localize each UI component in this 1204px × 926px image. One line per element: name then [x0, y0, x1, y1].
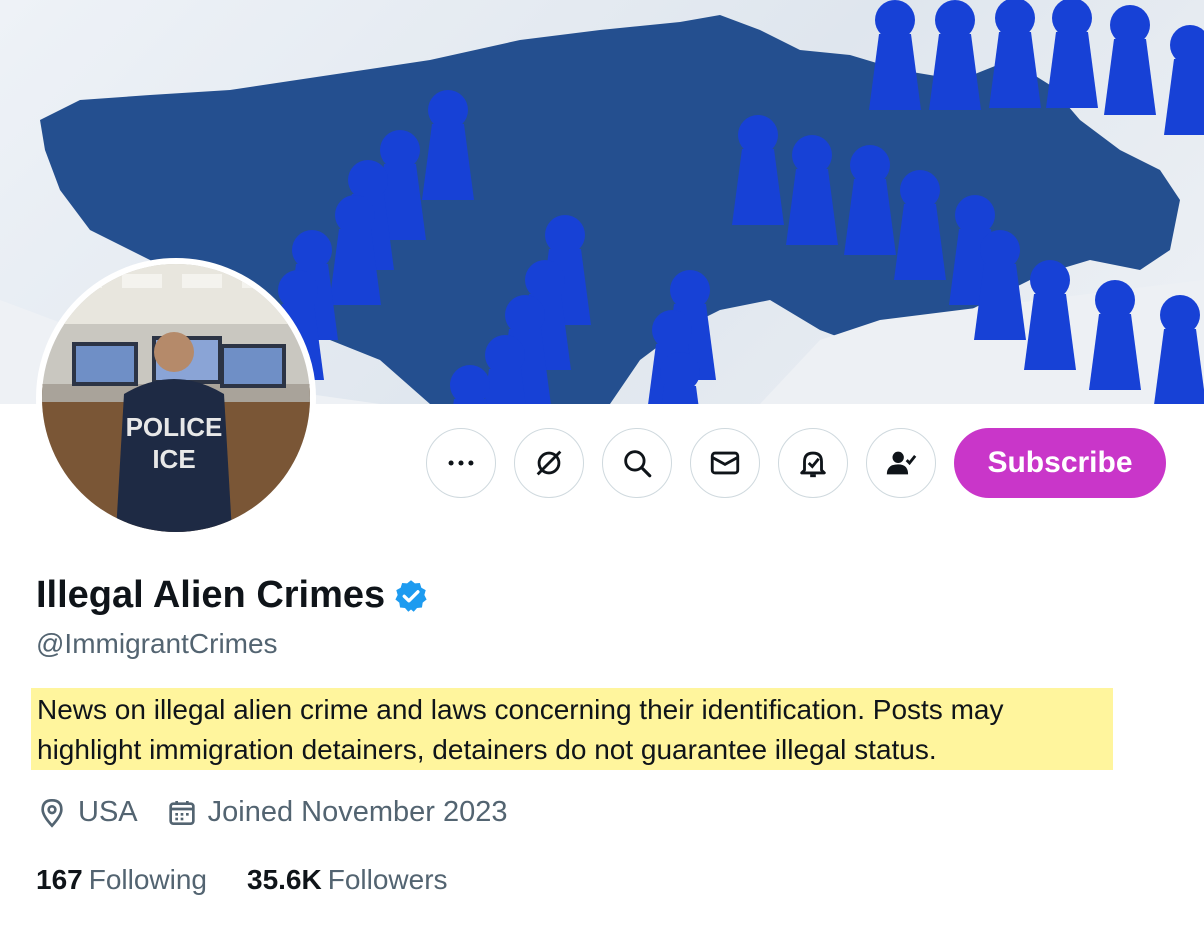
- followers-link[interactable]: 35.6K Followers: [247, 864, 448, 896]
- more-icon: [448, 460, 474, 466]
- joined-item: Joined November 2023: [166, 796, 508, 829]
- following-count: 167: [36, 864, 83, 895]
- display-name-row: Illegal Alien Crimes: [36, 574, 429, 617]
- verified-badge-icon[interactable]: [393, 578, 429, 614]
- followers-count: 35.6K: [247, 864, 322, 895]
- grok-button[interactable]: [514, 428, 584, 498]
- following-person-icon: [886, 451, 917, 475]
- following-button[interactable]: [866, 428, 936, 498]
- follow-stats: 167 Following 35.6K Followers: [36, 864, 488, 896]
- jacket-text-ice: ICE: [152, 444, 195, 474]
- joined-text: Joined November 2023: [207, 796, 508, 828]
- more-button[interactable]: [426, 428, 496, 498]
- profile-bio: News on illegal alien crime and laws con…: [31, 688, 1113, 770]
- calendar-icon: [168, 800, 195, 825]
- grok-icon: [536, 450, 562, 476]
- followers-label: Followers: [327, 864, 448, 895]
- jacket-text-police: POLICE: [126, 412, 223, 442]
- profile-meta: USA Joined November 2023: [36, 796, 536, 829]
- following-link[interactable]: 167 Following: [36, 864, 207, 896]
- search-button[interactable]: [602, 428, 672, 498]
- message-button[interactable]: [690, 428, 760, 498]
- user-handle: @ImmigrantCrimes: [36, 628, 278, 659]
- location-text: USA: [78, 796, 138, 828]
- display-name: Illegal Alien Crimes: [36, 574, 386, 616]
- message-icon: [710, 451, 740, 475]
- search-icon: [624, 450, 652, 478]
- following-label: Following: [88, 864, 207, 895]
- location-pin-icon: [41, 798, 63, 828]
- location-item: USA: [36, 796, 138, 829]
- subscribe-button[interactable]: Subscribe: [954, 428, 1166, 498]
- avatar-image: POLICE ICE: [42, 264, 310, 532]
- notification-bell-icon: [800, 451, 826, 478]
- profile-avatar[interactable]: POLICE ICE: [36, 258, 316, 538]
- notifications-button[interactable]: [778, 428, 848, 498]
